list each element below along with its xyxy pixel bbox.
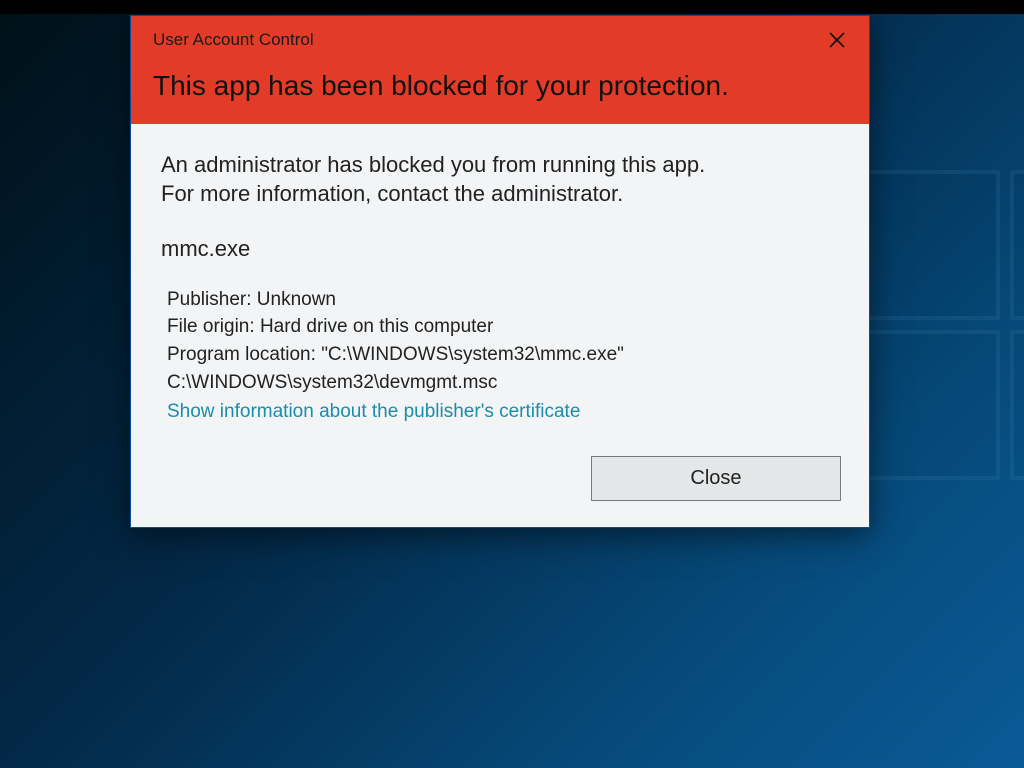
publisher-row: Publisher: Unknown (167, 286, 839, 314)
blocked-message: An administrator has blocked you from ru… (161, 150, 721, 208)
publisher-value: Unknown (257, 289, 336, 310)
bg-tile (850, 330, 1000, 480)
details-block: Publisher: Unknown File origin: Hard dri… (161, 286, 839, 426)
dialog-header: User Account Control This app has been b… (131, 16, 869, 124)
dialog-footer: Close (131, 448, 869, 527)
dialog-title-small: User Account Control (153, 30, 847, 50)
close-button[interactable]: Close (591, 456, 841, 501)
location-row: Program location: "C:\WINDOWS\system32\m… (167, 341, 839, 396)
publisher-label: Publisher: (167, 289, 252, 310)
uac-dialog: User Account Control This app has been b… (130, 15, 870, 528)
dialog-body: An administrator has blocked you from ru… (131, 124, 869, 448)
location-label: Program location: (167, 344, 316, 365)
origin-label: File origin: (167, 316, 255, 337)
blocked-app-name: mmc.exe (161, 236, 839, 262)
close-icon[interactable] (821, 24, 853, 56)
bg-tile (850, 170, 1000, 320)
bg-tile (1010, 170, 1024, 320)
bg-tile (1010, 330, 1024, 480)
origin-value: Hard drive on this computer (260, 316, 493, 337)
dialog-title-big: This app has been blocked for your prote… (153, 68, 753, 104)
origin-row: File origin: Hard drive on this computer (167, 313, 839, 341)
publisher-certificate-link[interactable]: Show information about the publisher's c… (167, 398, 580, 426)
top-void (0, 0, 1024, 14)
